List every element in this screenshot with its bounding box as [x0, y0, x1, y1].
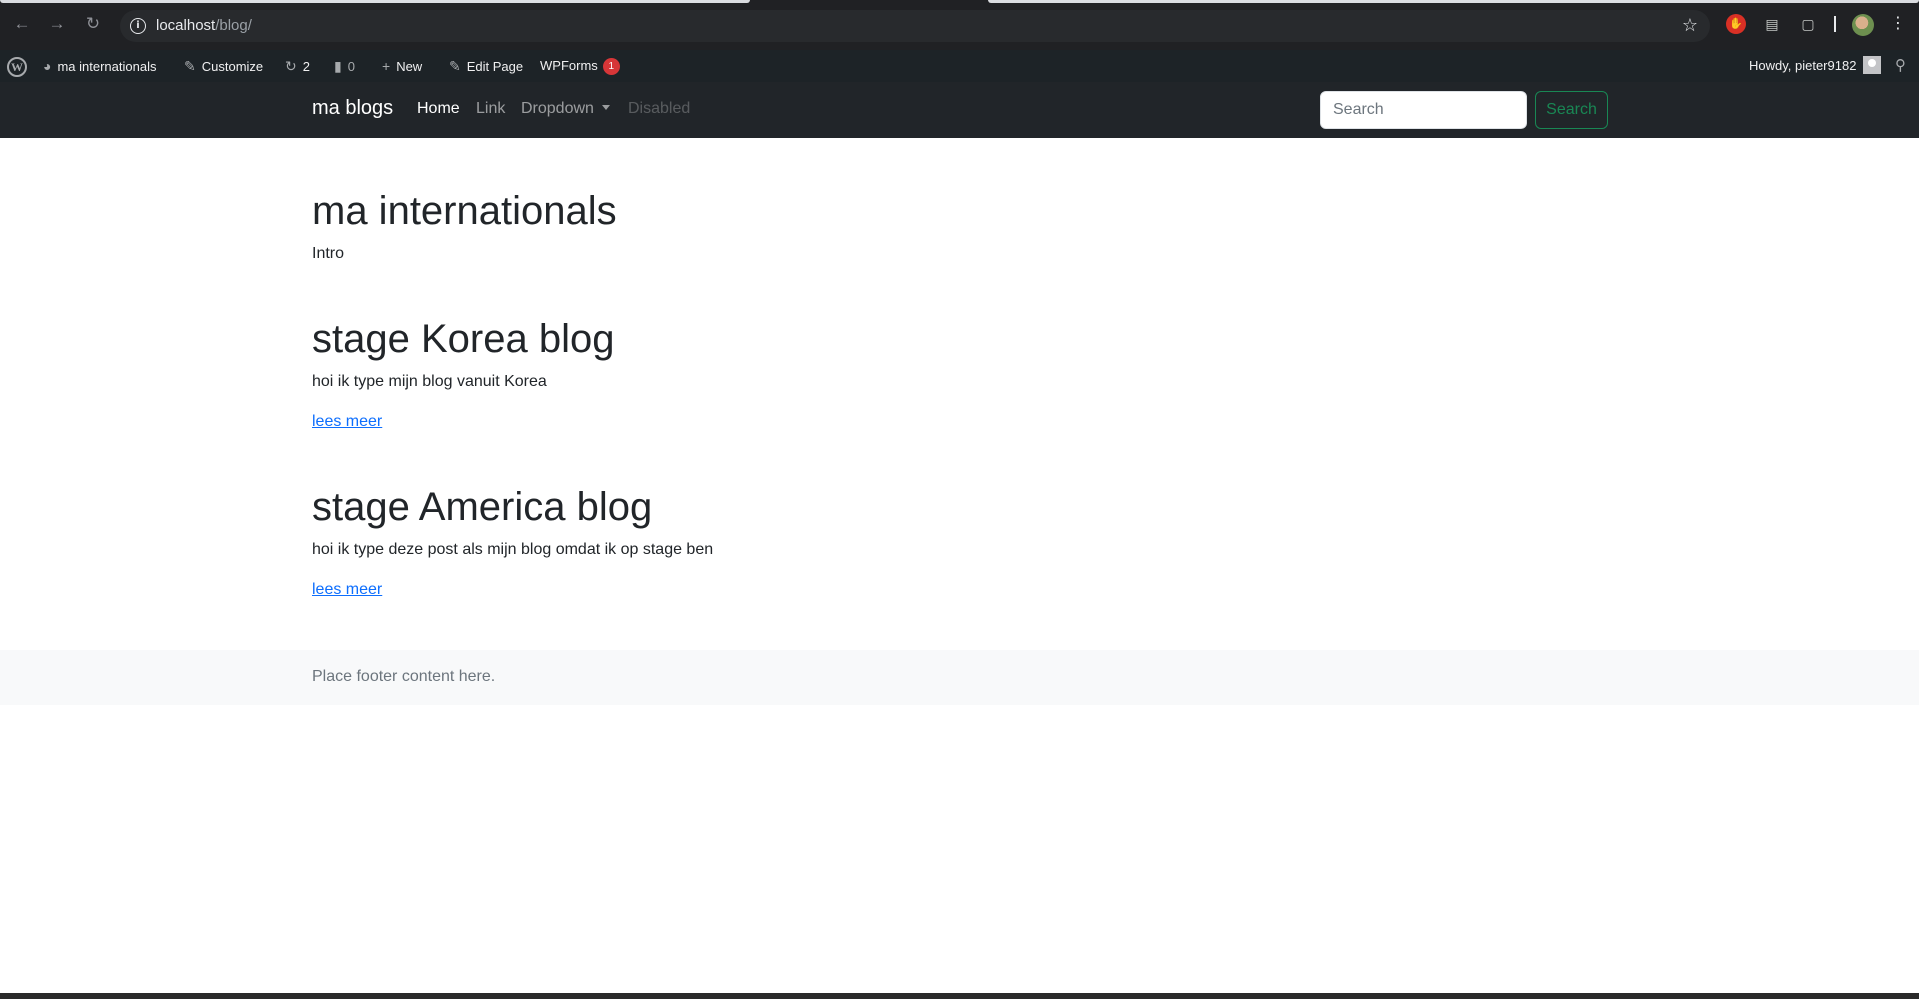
admin-comments[interactable]: ▮ 0 [334, 50, 355, 82]
address-bar[interactable]: i localhost/blog/ ☆ [120, 10, 1710, 42]
nav-dropdown[interactable]: Dropdown [521, 100, 610, 118]
nav-link-disabled: Disabled [628, 100, 691, 117]
admin-wpforms-label: WPForms [540, 58, 598, 73]
extension-glasses-icon[interactable]: ▤ [1762, 14, 1782, 34]
bookmark-star-icon[interactable]: ☆ [1682, 15, 1698, 36]
browser-menu-icon[interactable]: ⋮ [1890, 13, 1906, 35]
reload-icon[interactable]: ↻ [82, 13, 104, 35]
admin-new[interactable]: + New [382, 50, 422, 82]
forward-icon[interactable]: → [46, 13, 68, 35]
nav-link-home[interactable]: Home [417, 100, 460, 118]
post-excerpt: hoi ik type mijn blog vanuit Korea [312, 373, 547, 390]
tab-edge [988, 0, 1919, 3]
url-host: localhost [156, 17, 216, 34]
admin-howdy-label: Howdy, pieter9182 [1749, 58, 1857, 73]
admin-customize-label: Customize [201, 59, 264, 74]
user-avatar-icon [1863, 56, 1882, 74]
read-more-link[interactable]: lees meer [312, 581, 382, 599]
admin-account[interactable]: Howdy, pieter9182 [1749, 50, 1882, 82]
wp-admin-bar: W ◕ ma internationals ✎ Customize ↻ 2 ▮ 0 + N… [0, 50, 1919, 82]
comment-icon: ▮ [334, 58, 342, 74]
brush-icon: ✎ [184, 58, 196, 74]
browser-toolbar: ← → ↻ i localhost/blog/ ☆ ✋ ▤ ▢ ⋮ [0, 0, 1919, 50]
plus-icon: + [382, 58, 391, 74]
admin-edit-page[interactable]: ✎ Edit Page [449, 50, 523, 82]
admin-comments-count: 0 [347, 59, 355, 74]
search-button[interactable]: Search [1535, 91, 1608, 129]
admin-site-name[interactable]: ◕ ma internationals [43, 50, 156, 82]
intro-text: Intro [312, 245, 345, 262]
wordpress-logo-icon[interactable]: W [7, 57, 27, 77]
info-icon[interactable]: i [130, 18, 146, 34]
admin-edit-page-label: Edit Page [466, 59, 524, 74]
post-title[interactable]: stage Korea blog [312, 317, 614, 362]
taskbar-strip [0, 993, 1919, 999]
url-path: /blog/ [215, 17, 252, 34]
navbar-brand[interactable]: ma blogs [312, 97, 393, 120]
admin-customize[interactable]: ✎ Customize [184, 50, 263, 82]
nav-dropdown-label: Dropdown [521, 100, 594, 117]
search-icon[interactable]: ⚲ [1895, 58, 1911, 74]
post-title[interactable]: stage America blog [312, 485, 652, 530]
back-icon[interactable]: ← [11, 13, 33, 35]
admin-updates[interactable]: ↻ 2 [285, 50, 310, 82]
wpforms-badge: 1 [602, 58, 620, 75]
admin-updates-count: 2 [302, 59, 310, 74]
site-title: ma internationals [312, 189, 617, 233]
profile-avatar[interactable] [1852, 14, 1874, 36]
post-excerpt: hoi ik type deze post als mijn blog omda… [312, 541, 714, 558]
pencil-icon: ✎ [449, 58, 461, 74]
site-navbar: ma blogs Home Link Dropdown Disabled Sea… [0, 82, 1919, 138]
tab-edge [0, 0, 750, 3]
read-more-link[interactable]: lees meer [312, 413, 382, 431]
footer-text: Place footer content here. [312, 668, 496, 685]
extensions-puzzle-icon[interactable]: ▢ [1798, 14, 1818, 34]
admin-site-name-label: ma internationals [57, 59, 157, 74]
admin-wpforms[interactable]: WPForms 1 [540, 50, 620, 82]
extension-red-icon[interactable]: ✋ [1726, 14, 1746, 34]
dashboard-icon: ◕ [43, 58, 52, 74]
toolbar-divider [1834, 16, 1836, 32]
updates-icon: ↻ [285, 58, 297, 74]
site-footer: Place footer content here. [0, 650, 1919, 705]
search-input[interactable] [1320, 91, 1527, 129]
admin-new-label: New [396, 59, 423, 74]
caret-down-icon [601, 105, 610, 110]
nav-link-link[interactable]: Link [476, 100, 505, 118]
url-text[interactable]: localhost/blog/ [156, 17, 252, 34]
